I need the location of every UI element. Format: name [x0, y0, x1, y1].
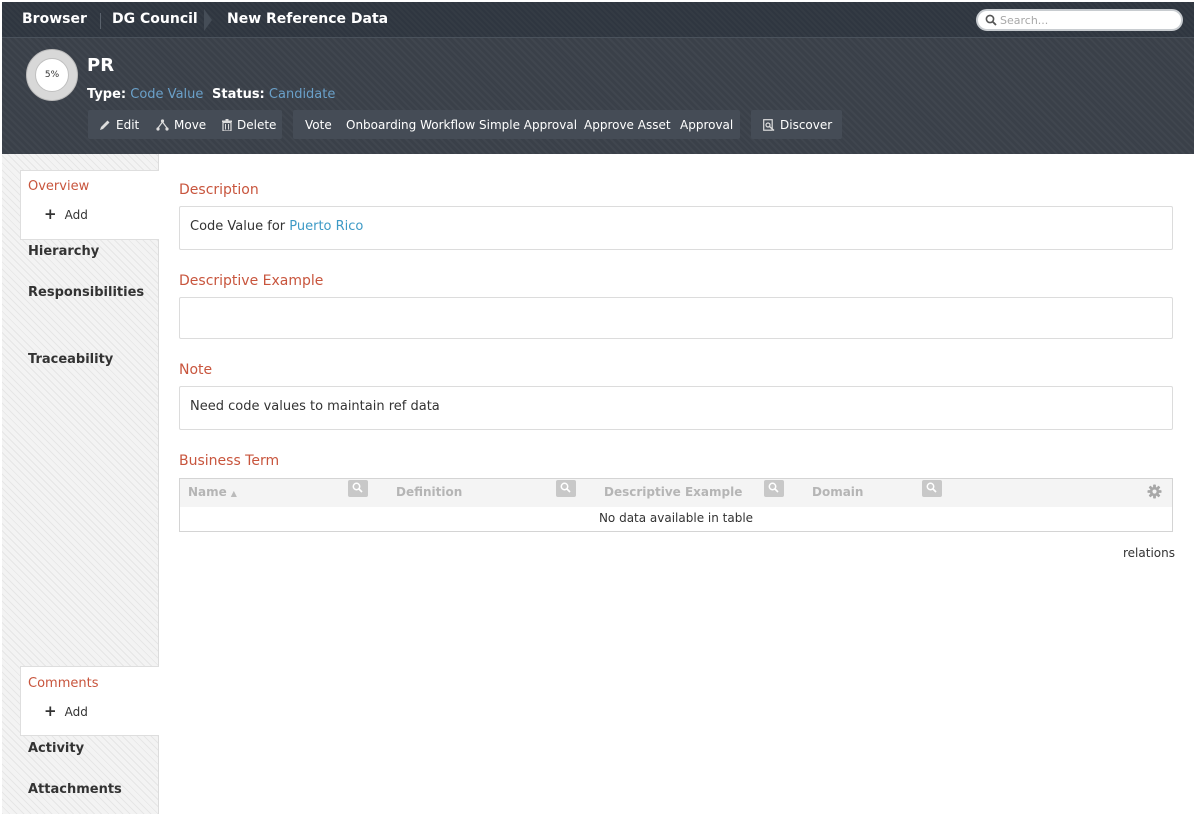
edit-button[interactable]: Edit [99, 118, 139, 132]
completion-percentage: 5% [35, 58, 69, 92]
column-search-button-definition[interactable] [556, 480, 576, 497]
asset-status: Status: Candidate [212, 87, 335, 102]
nav-overview[interactable]: Overview [28, 179, 89, 194]
approval-label: Approval [680, 118, 734, 132]
discover-button[interactable]: Discover [763, 118, 832, 132]
overview-add-button[interactable]: + Add [44, 207, 88, 222]
column-header-descriptive-example[interactable]: Descriptive Example [604, 485, 742, 499]
description-title: Description [179, 182, 259, 198]
completion-progress-ring: 5% [26, 49, 78, 101]
overview-add-label: Add [64, 207, 88, 222]
nav-comments[interactable]: Comments [28, 676, 98, 691]
business-term-title: Business Term [179, 453, 280, 469]
plus-icon: + [44, 205, 57, 223]
left-navigation: Overview + Add Hierarchy Responsibilitie… [2, 154, 159, 814]
search-icon [985, 14, 997, 26]
move-label: Move [174, 118, 207, 132]
relations-link[interactable]: relations [1123, 546, 1175, 560]
trash-icon [222, 119, 232, 131]
breadcrumb-browser[interactable]: Browser [22, 11, 87, 27]
column-header-definition[interactable]: Definition [396, 485, 462, 499]
onboarding-workflow-button[interactable]: Onboarding Workflow [346, 118, 475, 132]
search-input[interactable] [1000, 12, 1175, 28]
nav-hierarchy[interactable]: Hierarchy [28, 244, 99, 259]
descriptive-example-field[interactable] [179, 297, 1173, 339]
note-field[interactable]: Need code values to maintain ref data [179, 386, 1173, 430]
business-term-table: Name ▲ Definition Descriptive Example Dom… [179, 478, 1173, 532]
nav-responsibilities[interactable]: Responsibilities [28, 285, 144, 300]
simple-approval-button[interactable]: Simple Approval [479, 118, 577, 132]
descriptive-example-title: Descriptive Example [179, 273, 324, 289]
description-link[interactable]: Puerto Rico [289, 219, 363, 234]
edit-label: Edit [116, 118, 140, 132]
asset-type-label: Type: [87, 87, 127, 102]
description-field[interactable]: Code Value for Puerto Rico [179, 206, 1173, 250]
search-box [976, 9, 1183, 31]
asset-header: 5% PR Type: Code Value Status: Candidate… [2, 38, 1194, 154]
breadcrumb-arrow-icon [204, 9, 212, 31]
asset-type-value[interactable]: Code Value [130, 87, 203, 102]
nav-activity[interactable]: Activity [28, 741, 84, 756]
column-header-name[interactable]: Name ▲ [188, 485, 237, 499]
table-empty-message: No data available in table [598, 511, 754, 525]
nav-traceability[interactable]: Traceability [28, 352, 113, 367]
approve-asset-label: Approve Asset [584, 118, 671, 132]
description-text: Code Value for [190, 219, 290, 234]
discover-label: Discover [780, 118, 833, 132]
delete-button[interactable]: Delete [222, 118, 276, 132]
nav-attachments[interactable]: Attachments [28, 782, 122, 797]
note-title: Note [179, 362, 213, 378]
comments-add-label: Add [64, 704, 88, 719]
asset-status-label: Status: [212, 87, 265, 102]
asset-status-value[interactable]: Candidate [269, 87, 335, 102]
top-navigation-bar: Browser DG Council New Reference Data [2, 2, 1194, 38]
breadcrumb-separator [100, 13, 101, 29]
search-icon [768, 482, 779, 493]
gear-icon[interactable] [1147, 484, 1162, 499]
approval-button[interactable]: Approval [680, 118, 733, 132]
vote-button[interactable]: Vote [305, 118, 332, 132]
search-icon [926, 482, 937, 493]
plus-icon: + [44, 702, 57, 720]
move-icon [156, 119, 169, 131]
column-search-button-domain[interactable] [922, 480, 942, 497]
asset-type: Type: Code Value [87, 87, 203, 102]
column-search-button-descriptive-example[interactable] [764, 480, 784, 497]
pencil-icon [100, 120, 110, 130]
table-header: Name ▲ Definition Descriptive Example Dom… [180, 479, 1172, 507]
asset-title: PR [87, 55, 115, 76]
sort-ascending-icon: ▲ [230, 489, 237, 498]
breadcrumb-dg-council[interactable]: DG Council [112, 11, 198, 27]
move-button[interactable]: Move [156, 118, 206, 132]
search-icon [560, 482, 571, 493]
approve-asset-button[interactable]: Approve Asset [584, 118, 671, 132]
column-header-domain[interactable]: Domain [812, 485, 863, 499]
vote-label: Vote [305, 118, 332, 132]
discover-icon [763, 119, 775, 131]
simple-approval-label: Simple Approval [479, 118, 578, 132]
onboarding-workflow-label: Onboarding Workflow [346, 118, 476, 132]
column-search-button-name[interactable] [348, 480, 368, 497]
breadcrumb-new-reference-data[interactable]: New Reference Data [227, 11, 388, 27]
comments-add-button[interactable]: + Add [44, 704, 88, 719]
delete-label: Delete [237, 118, 277, 132]
search-icon [352, 482, 363, 493]
